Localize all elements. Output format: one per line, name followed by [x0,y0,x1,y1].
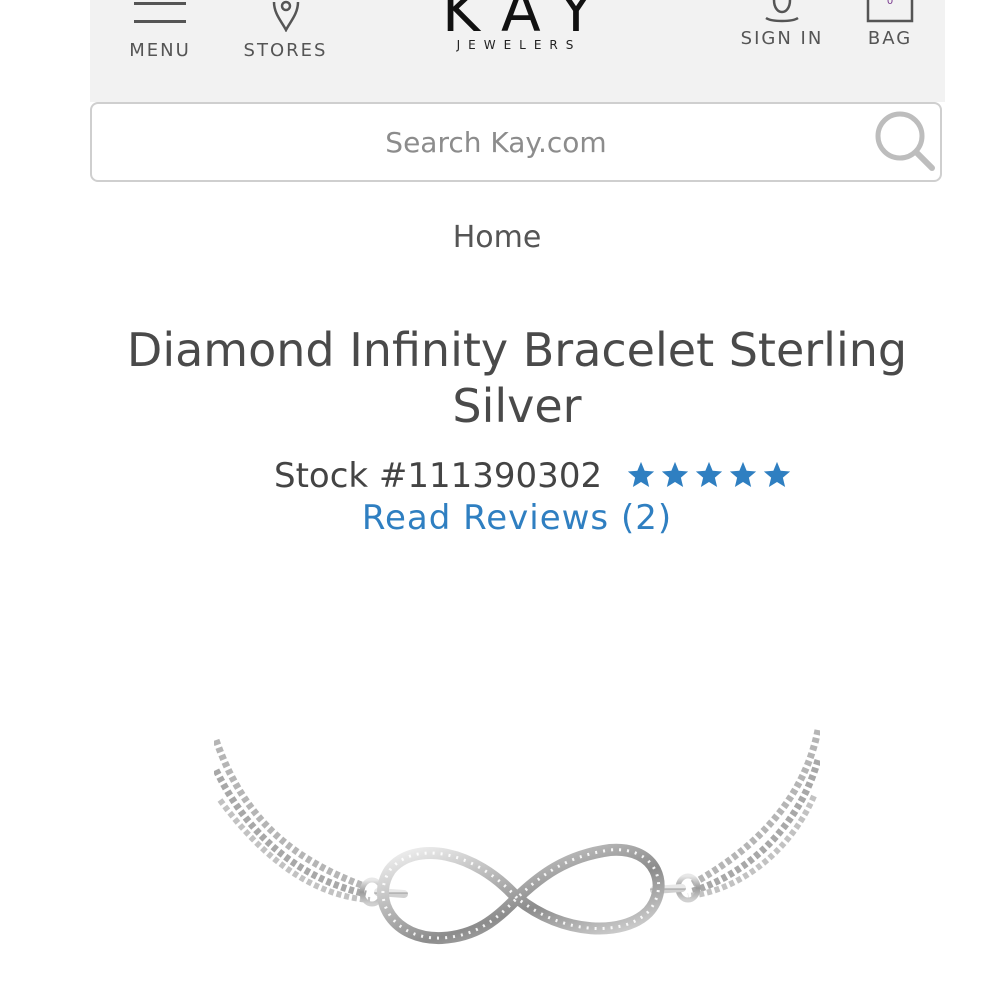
sign-in-button[interactable]: SIGN IN [732,0,832,49]
stores-label: STORES [243,40,328,61]
star-icon [661,461,689,487]
bracelet-image[interactable] [214,700,820,960]
bag-count: 0 [887,0,893,7]
breadcrumb-home[interactable]: Home [0,220,994,255]
search-icon[interactable] [872,108,936,172]
star-icon [763,461,791,487]
product-title: Diamond Infinity Bracelet Sterling Silve… [126,323,908,433]
stores-button[interactable]: STORES [238,0,333,61]
hamburger-icon [132,0,188,38]
shopping-bag-icon: 0 [865,0,915,26]
site-header: MENU STORES KAY JEWELERS SIGN IN 0 BAG [90,0,945,102]
stock-rating-row: Stock #111390302 [0,456,1000,500]
sign-in-label: SIGN IN [740,28,824,49]
bag-label: BAG [867,28,913,49]
logo-main-text: KAY [442,0,616,45]
search-input[interactable] [92,104,872,180]
kay-logo[interactable]: KAY JEWELERS [420,0,610,52]
product-page: MENU STORES KAY JEWELERS SIGN IN 0 BAG S… [0,0,1000,1000]
star-icon [695,461,723,487]
stock-number: Stock #111390302 [274,456,603,496]
rating-stars[interactable] [626,460,792,490]
star-icon [729,461,757,487]
search-bar [90,102,942,182]
star-icon [627,461,655,487]
read-reviews-link[interactable]: Read Reviews (2) [0,498,1000,538]
location-pin-icon [268,0,304,38]
user-icon [758,0,806,26]
bag-button[interactable]: 0 BAG [860,0,920,49]
menu-button[interactable]: MENU [120,0,200,61]
menu-label: MENU [129,40,191,61]
